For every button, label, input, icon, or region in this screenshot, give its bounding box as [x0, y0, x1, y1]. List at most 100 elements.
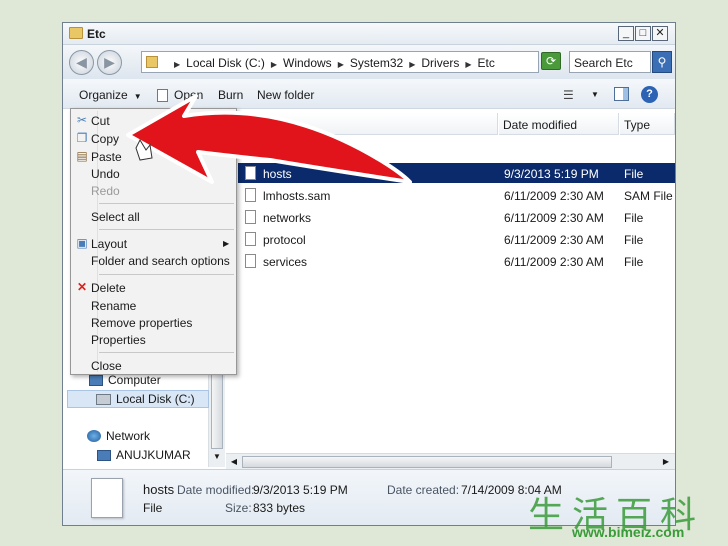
menu-item-cut[interactable]: Cut — [91, 114, 110, 128]
drive-icon — [96, 394, 111, 405]
nav-network-label: Network — [106, 429, 151, 443]
computer-icon — [97, 450, 111, 461]
crumb-drivers[interactable]: Drivers — [421, 56, 459, 70]
preview-pane-icon[interactable] — [614, 87, 629, 101]
refresh-button[interactable]: ⟳ — [541, 52, 561, 70]
file-row-services[interactable]: services 6/11/2009 2:30 AM File — [238, 251, 675, 271]
breadcrumb: ▶ Local Disk (C:) ▶ Windows ▶ System32 ▶ Driver… — [168, 56, 495, 70]
folder-icon — [69, 27, 83, 39]
close-button[interactable]: ✕ — [652, 26, 668, 41]
details-date-modified-label: Date modified: — [177, 483, 255, 497]
file-row-protocol[interactable]: protocol 6/11/2009 2:30 AM File — [238, 229, 675, 249]
menu-item-redo: Redo — [91, 184, 120, 198]
file-type: File — [624, 233, 644, 247]
menu-item-rename[interactable]: Rename — [91, 299, 136, 313]
file-list: Name ^ Date modified Type hosts 9/3/2013 … — [226, 109, 675, 453]
file-icon — [245, 166, 256, 180]
crumb-local-disk[interactable]: Local Disk (C:) — [186, 56, 265, 70]
nav-computer[interactable]: Computer — [89, 373, 161, 387]
delete-x-icon: ✕ — [76, 280, 88, 294]
menu-separator — [99, 229, 234, 230]
help-icon[interactable]: ? — [641, 86, 658, 103]
scrollbar-thumb[interactable] — [242, 456, 612, 468]
details-size-label: Size: — [225, 501, 252, 515]
menu-item-close[interactable]: Close — [91, 359, 122, 373]
nav-local-disk[interactable]: Local Disk (C:) — [67, 390, 209, 408]
nav-host[interactable]: ANUJKUMAR — [97, 448, 191, 462]
new-folder-button[interactable]: New folder — [257, 88, 314, 102]
file-date: 6/11/2009 2:30 AM — [504, 255, 604, 269]
menu-item-folder-options[interactable]: Folder and search options — [91, 254, 230, 268]
scroll-down-arrow-icon[interactable]: ▼ — [211, 451, 223, 463]
column-header-date[interactable]: Date modified — [499, 113, 619, 135]
crumb-etc[interactable]: Etc — [478, 56, 495, 70]
file-name: networks — [263, 211, 312, 225]
chevron-right-icon[interactable]: ▶ — [338, 60, 344, 69]
nav-network[interactable]: Network — [87, 429, 150, 443]
chevron-down-icon[interactable]: ▼ — [591, 90, 599, 99]
maximize-button[interactable]: □ — [635, 26, 651, 41]
back-button[interactable]: ◀ — [69, 50, 94, 75]
sort-arrow-icon: ^ — [280, 122, 284, 131]
crumb-system32[interactable]: System32 — [350, 56, 403, 70]
organize-button[interactable]: Organize ▼ — [79, 88, 142, 102]
burn-button[interactable]: Burn — [218, 88, 243, 102]
nav-computer-label: Computer — [108, 373, 161, 387]
file-date: 6/11/2009 2:30 AM — [504, 189, 604, 203]
layout-icon: ▣ — [76, 236, 88, 250]
search-icon[interactable]: ⚲ — [652, 51, 672, 73]
menu-item-undo[interactable]: Undo — [91, 167, 120, 181]
details-file-name: hosts — [143, 482, 175, 497]
scroll-right-arrow-icon[interactable]: ▶ — [660, 456, 672, 468]
menu-item-properties[interactable]: Properties — [91, 333, 146, 347]
menu-item-remove-properties[interactable]: Remove properties — [91, 316, 192, 330]
file-row-hosts[interactable]: hosts 9/3/2013 5:19 PM File — [238, 163, 675, 183]
menu-item-layout[interactable]: Layout — [91, 237, 127, 251]
view-options-icon[interactable]: ☰ — [563, 88, 574, 102]
file-row-networks[interactable]: networks 6/11/2009 2:30 AM File — [238, 207, 675, 227]
file-list-hscrollbar[interactable]: ◀ ▶ — [226, 453, 675, 469]
window-title: Etc — [87, 27, 106, 41]
file-type: SAM File — [624, 189, 673, 203]
menu-separator — [99, 203, 234, 204]
address-bar: ◀ ▶ ▶ Local Disk (C:) ▶ Windows ▶ System32 ▶ Dr… — [63, 45, 675, 79]
scroll-left-arrow-icon[interactable]: ◀ — [228, 456, 240, 468]
chevron-right-icon[interactable]: ▶ — [174, 60, 180, 69]
chevron-down-icon: ▼ — [133, 92, 142, 101]
file-preview-icon — [91, 478, 123, 518]
column-name-label: Name — [242, 118, 275, 132]
address-box[interactable]: ▶ Local Disk (C:) ▶ Windows ▶ System32 ▶ Driver… — [141, 51, 611, 73]
file-name: protocol — [263, 233, 306, 247]
menu-item-paste[interactable]: Paste — [91, 150, 122, 164]
chevron-right-icon[interactable]: ▶ — [465, 60, 471, 69]
search-input[interactable]: Search Etc — [569, 51, 651, 73]
details-size: 833 bytes — [253, 501, 306, 515]
chevron-right-icon[interactable]: ▶ — [271, 60, 277, 69]
file-icon — [245, 254, 256, 268]
file-date: 6/11/2009 2:30 AM — [504, 233, 604, 247]
menu-item-delete[interactable]: Delete — [91, 281, 126, 295]
forward-button[interactable]: ▶ — [97, 50, 122, 75]
menu-item-select-all[interactable]: Select all — [91, 210, 140, 224]
file-type: File — [624, 211, 644, 225]
context-menu: ✂ Cut ❐ Copy ▤ Paste Undo Redo Select al… — [70, 108, 237, 375]
file-name: lmhosts.sam — [263, 189, 331, 203]
crumb-windows[interactable]: Windows — [283, 56, 332, 70]
file-icon — [245, 210, 256, 224]
open-label: Open — [174, 88, 204, 102]
title-bar[interactable]: Etc _ □ ✕ — [63, 23, 675, 45]
file-name: hosts — [263, 167, 292, 181]
menu-item-copy[interactable]: Copy — [91, 132, 119, 146]
file-row-lmhosts[interactable]: lmhosts.sam 6/11/2009 2:30 AM SAM File — [238, 185, 675, 205]
file-name: services — [263, 255, 308, 269]
column-header-name[interactable]: Name ^ — [238, 113, 498, 135]
column-header-type[interactable]: Type — [620, 113, 675, 135]
open-button[interactable]: Open — [157, 88, 203, 102]
menu-separator — [99, 352, 234, 353]
organize-label: Organize — [79, 88, 128, 102]
minimize-button[interactable]: _ — [618, 26, 634, 41]
file-type: File — [624, 255, 644, 269]
details-date-modified: 9/3/2013 5:19 PM — [253, 483, 348, 497]
submenu-arrow-icon: ▶ — [223, 239, 230, 248]
chevron-right-icon[interactable]: ▶ — [409, 60, 415, 69]
